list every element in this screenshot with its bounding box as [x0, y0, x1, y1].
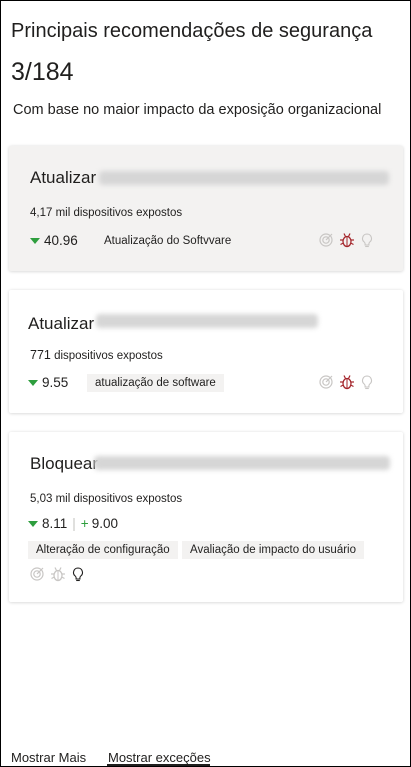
target-icon	[319, 233, 333, 247]
threat-icons	[319, 232, 373, 248]
lightbulb-icon	[361, 374, 373, 390]
show-exceptions-link[interactable]: Mostrar exceções	[108, 750, 211, 765]
target-icon	[30, 567, 44, 581]
card-action-label: Bloquear	[30, 454, 99, 473]
secure-score-value: 9.00	[91, 516, 118, 531]
decrease-arrow-icon	[30, 237, 40, 244]
active-link-underline	[107, 764, 210, 766]
page-title: Principais recomendações de segurança	[11, 20, 373, 42]
target-icon	[319, 375, 333, 389]
show-more-link[interactable]: Mostrar Mais	[11, 750, 86, 765]
lightbulb-icon	[72, 566, 84, 582]
recommendation-card[interactable]: Atualizar 4,17 mil dispositivos expostos…	[9, 146, 403, 271]
redacted-product-name	[96, 314, 318, 328]
decrease-arrow-icon	[28, 379, 38, 386]
remediation-type-tag: atualização de software	[87, 374, 224, 392]
bug-icon	[339, 232, 355, 248]
lightbulb-icon	[361, 232, 373, 248]
redacted-product-name	[94, 456, 390, 470]
page-subtitle: Com base no maior impacto da exposição o…	[13, 102, 382, 118]
recommendation-card[interactable]: Atualizar 771 dispositivos expostos 9.55…	[9, 290, 403, 413]
exposure-score: 8.11 | + 9.00	[28, 516, 118, 531]
exposed-devices: 4,17 mil dispositivos expostos	[30, 207, 183, 219]
threat-icons	[319, 374, 373, 390]
redacted-product-name	[99, 171, 389, 185]
exposed-devices: 771 dispositivos expostos	[30, 348, 163, 362]
exposure-score: 9.55	[28, 375, 68, 390]
exposure-score: 40.96	[30, 233, 78, 248]
recommendation-count: 3/184	[11, 58, 74, 86]
exposed-devices: 5,03 mil dispositivos expostos	[30, 493, 183, 505]
bug-icon	[339, 374, 355, 390]
bug-icon	[50, 566, 66, 582]
remediation-type-tag: Atualização do Softvvare	[104, 235, 232, 247]
plus-icon: +	[80, 516, 89, 531]
score-value: 8.11	[42, 516, 68, 531]
card-action-label: Atualizar	[30, 168, 97, 187]
recommendation-card[interactable]: Bloquear 5,03 mil dispositivos expostos …	[9, 432, 403, 602]
threat-icons	[30, 566, 84, 582]
card-action-label: Atualizar	[28, 314, 95, 333]
remediation-type-tag: Alteração de configuração	[28, 541, 178, 559]
decrease-arrow-icon	[28, 520, 38, 527]
user-impact-tag: Avaliação de impacto do usuário	[182, 541, 365, 559]
score-value: 40.96	[44, 233, 78, 248]
score-value: 9.55	[42, 375, 69, 390]
score-divider: |	[72, 516, 76, 531]
